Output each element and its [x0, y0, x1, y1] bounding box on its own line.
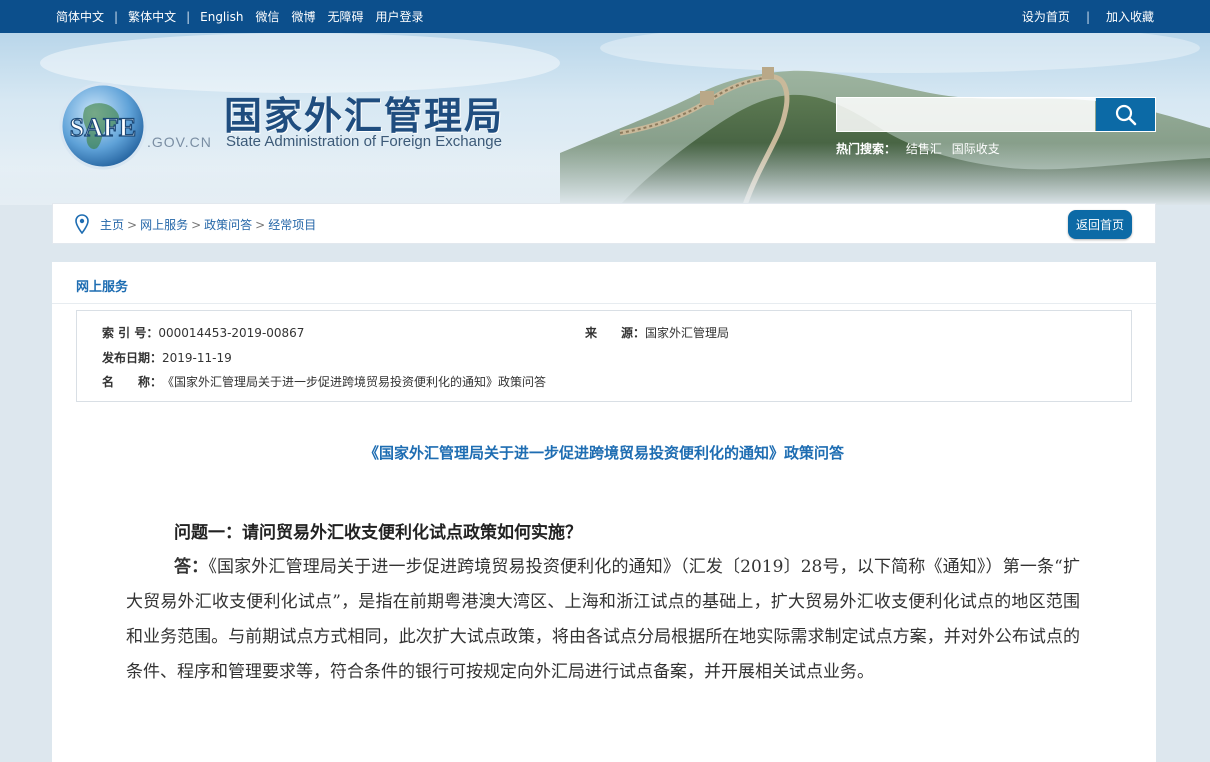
- main-panel: 网上服务 索 引 号：000014453-2019-00867 来 源：国家外汇…: [52, 262, 1156, 762]
- breadcrumb-separator: >: [255, 218, 266, 232]
- meta-source-value: 国家外汇管理局: [645, 326, 730, 340]
- breadcrumb-bar: 主页 > 网上服务 > 政策问答 > 经常项目 返回首页: [52, 203, 1156, 244]
- site-name-en: State Administration of Foreign Exchange: [226, 133, 502, 150]
- answer-paragraph: 答：《国家外汇管理局关于进一步促进跨境贸易投资便利化的通知》（汇发〔2019〕2…: [126, 550, 1080, 690]
- breadcrumb-separator: >: [191, 218, 202, 232]
- meta-name-row: 名 称：《国家外汇管理局关于进一步促进跨境贸易投资便利化的通知》政策问答: [102, 373, 546, 390]
- search-icon: [1115, 104, 1136, 125]
- hot-search: 热门搜索： 结售汇 国际收支: [836, 140, 1000, 157]
- meta-date-label: 发布日期：: [102, 351, 163, 365]
- logo-domain: .GOV.CN: [147, 134, 212, 150]
- search-button[interactable]: [1096, 98, 1155, 131]
- top-bar-left: 简体中文 | 繁体中文 | English 微信 微博 无障碍 用户登录: [56, 0, 424, 33]
- breadcrumb-item-home[interactable]: 主页: [100, 218, 124, 232]
- separator: |: [1085, 9, 1090, 24]
- separator: |: [186, 9, 191, 24]
- weibo-link[interactable]: 微博: [291, 8, 315, 25]
- search-input[interactable]: [837, 98, 1095, 131]
- article-title: 《国家外汇管理局关于进一步促进跨境贸易投资便利化的通知》政策问答: [363, 444, 844, 462]
- add-favorite-link[interactable]: 加入收藏: [1106, 8, 1154, 25]
- search-box: [836, 97, 1156, 132]
- meta-date-row: 发布日期：2019-11-19: [102, 349, 232, 366]
- set-homepage-link[interactable]: 设为首页: [1022, 8, 1070, 25]
- header-banner: SAFE .GOV.CN 国家外汇管理局 State Administratio…: [0, 33, 1210, 205]
- question-heading: 问题一：请问贸易外汇收支便利化试点政策如何实施？: [174, 523, 582, 543]
- back-home-button[interactable]: 返回首页: [1067, 210, 1132, 239]
- site-name-cn: 国家外汇管理局: [224, 93, 505, 138]
- meta-name-label: 名 称：: [102, 375, 163, 389]
- lang-traditional-link[interactable]: 繁体中文: [128, 8, 176, 25]
- document-meta-box: 索 引 号：000014453-2019-00867 来 源：国家外汇管理局 发…: [76, 310, 1132, 402]
- meta-index-value: 000014453-2019-00867: [158, 326, 305, 340]
- section-title: 网上服务: [76, 280, 129, 295]
- login-link[interactable]: 用户登录: [376, 8, 424, 25]
- breadcrumb-separator: >: [127, 218, 138, 232]
- breadcrumb: 主页 > 网上服务 > 政策问答 > 经常项目: [100, 216, 316, 233]
- top-bar-right: 设为首页 | 加入收藏: [1022, 0, 1154, 33]
- hot-search-item[interactable]: 国际收支: [952, 142, 1000, 156]
- separator: |: [114, 9, 119, 24]
- meta-source-row: 来 源：国家外汇管理局: [585, 324, 729, 341]
- accessibility-link[interactable]: 无障碍: [328, 8, 364, 25]
- hot-search-label: 热门搜索：: [836, 142, 897, 156]
- logo-text: SAFE: [70, 113, 136, 142]
- meta-name-value: 《国家外汇管理局关于进一步促进跨境贸易投资便利化的通知》政策问答: [162, 375, 547, 389]
- lang-english-link[interactable]: English: [200, 10, 243, 24]
- top-bar: 简体中文 | 繁体中文 | English 微信 微博 无障碍 用户登录 设为首…: [0, 0, 1210, 33]
- hot-search-item[interactable]: 结售汇: [906, 142, 942, 156]
- meta-index-label: 索 引 号：: [102, 326, 159, 340]
- answer-label: 答：: [174, 557, 209, 577]
- breadcrumb-item-online-services[interactable]: 网上服务: [140, 218, 188, 232]
- divider: [52, 303, 1156, 304]
- location-pin-icon: [75, 214, 89, 234]
- wechat-link[interactable]: 微信: [255, 8, 279, 25]
- lang-simplified-link[interactable]: 简体中文: [56, 8, 104, 25]
- breadcrumb-item-current-account[interactable]: 经常项目: [268, 218, 316, 232]
- meta-index-row: 索 引 号：000014453-2019-00867: [102, 324, 304, 341]
- meta-source-label: 来 源：: [585, 326, 646, 340]
- safe-logo-globe-icon: SAFE: [59, 82, 147, 170]
- breadcrumb-item-policy-qa[interactable]: 政策问答: [204, 218, 252, 232]
- answer-text: 《国家外汇管理局关于进一步促进跨境贸易投资便利化的通知》（汇发〔2019〕28号…: [126, 557, 1080, 682]
- meta-date-value: 2019-11-19: [162, 351, 232, 365]
